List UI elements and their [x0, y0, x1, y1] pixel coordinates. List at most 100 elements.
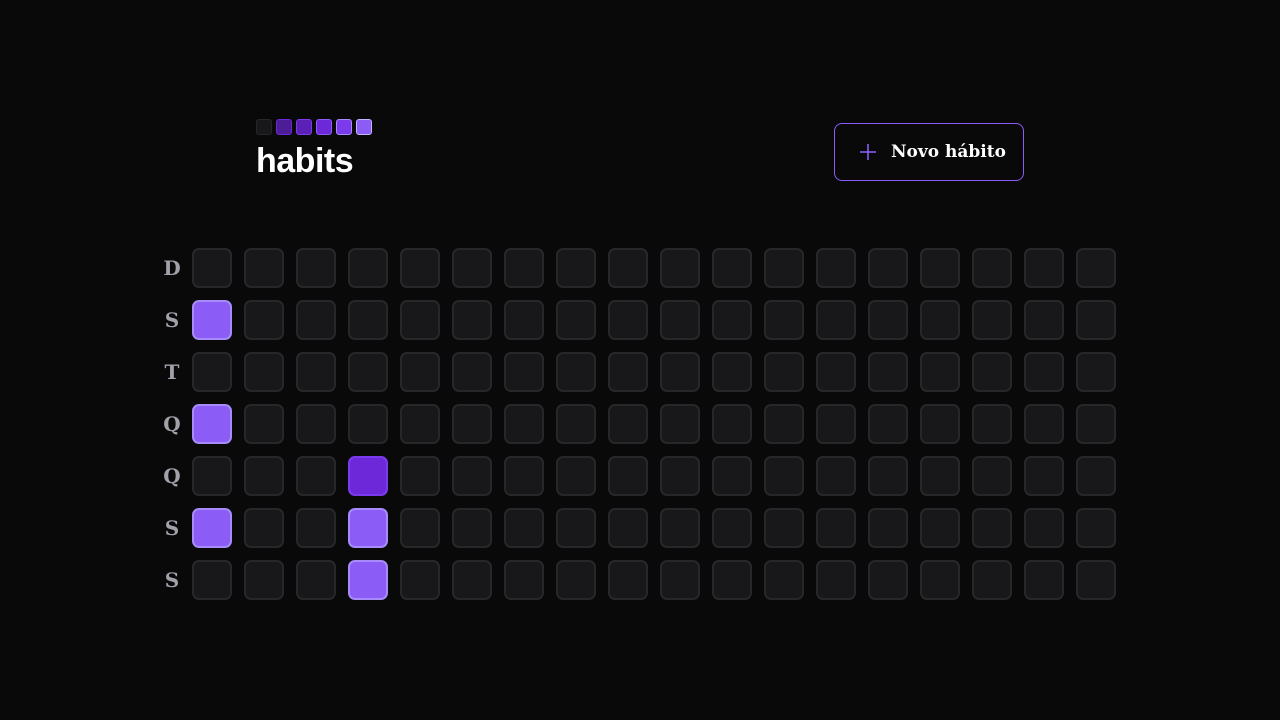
habit-day-cell[interactable] [972, 248, 1012, 288]
habit-day-cell[interactable] [192, 404, 232, 444]
habit-day-cell[interactable] [1076, 352, 1116, 392]
habit-day-cell[interactable] [660, 508, 700, 548]
habit-day-cell[interactable] [1024, 248, 1064, 288]
habit-day-cell[interactable] [868, 248, 908, 288]
habit-day-cell[interactable] [192, 248, 232, 288]
habit-day-cell[interactable] [504, 404, 544, 444]
habit-day-cell[interactable] [1024, 560, 1064, 600]
habit-day-cell[interactable] [764, 456, 804, 496]
habit-day-cell[interactable] [296, 248, 336, 288]
habit-day-cell[interactable] [816, 300, 856, 340]
habit-day-cell[interactable] [1024, 456, 1064, 496]
habit-day-cell[interactable] [868, 352, 908, 392]
habit-day-cell[interactable] [764, 508, 804, 548]
habit-day-cell[interactable] [920, 248, 960, 288]
habit-day-cell[interactable] [556, 456, 596, 496]
habit-day-cell[interactable] [920, 508, 960, 548]
habit-day-cell[interactable] [764, 404, 804, 444]
habit-day-cell[interactable] [660, 404, 700, 444]
habit-day-cell[interactable] [1024, 404, 1064, 444]
habit-day-cell[interactable] [400, 352, 440, 392]
habit-day-cell[interactable] [192, 300, 232, 340]
habit-day-cell[interactable] [608, 508, 648, 548]
habit-day-cell[interactable] [816, 248, 856, 288]
habit-day-cell[interactable] [816, 508, 856, 548]
habit-day-cell[interactable] [348, 404, 388, 444]
habit-day-cell[interactable] [972, 456, 1012, 496]
habit-day-cell[interactable] [712, 456, 752, 496]
habit-day-cell[interactable] [556, 508, 596, 548]
habit-day-cell[interactable] [348, 560, 388, 600]
habit-day-cell[interactable] [868, 404, 908, 444]
habit-day-cell[interactable] [504, 560, 544, 600]
habit-day-cell[interactable] [296, 352, 336, 392]
habit-day-cell[interactable] [972, 404, 1012, 444]
habit-day-cell[interactable] [712, 248, 752, 288]
habit-day-cell[interactable] [1076, 508, 1116, 548]
habit-day-cell[interactable] [192, 352, 232, 392]
habit-day-cell[interactable] [244, 560, 284, 600]
habit-day-cell[interactable] [816, 456, 856, 496]
new-habit-button[interactable]: Novo hábito [834, 123, 1024, 181]
habit-day-cell[interactable] [1076, 300, 1116, 340]
habit-day-cell[interactable] [296, 456, 336, 496]
habit-day-cell[interactable] [764, 300, 804, 340]
habit-day-cell[interactable] [244, 300, 284, 340]
habit-day-cell[interactable] [556, 560, 596, 600]
habit-day-cell[interactable] [764, 560, 804, 600]
habit-day-cell[interactable] [296, 404, 336, 444]
habit-day-cell[interactable] [712, 404, 752, 444]
habit-day-cell[interactable] [608, 352, 648, 392]
habit-day-cell[interactable] [556, 352, 596, 392]
habit-day-cell[interactable] [608, 456, 648, 496]
habit-day-cell[interactable] [972, 352, 1012, 392]
habit-day-cell[interactable] [400, 404, 440, 444]
habit-day-cell[interactable] [348, 508, 388, 548]
habit-day-cell[interactable] [400, 560, 440, 600]
habit-day-cell[interactable] [660, 560, 700, 600]
habit-day-cell[interactable] [816, 560, 856, 600]
habit-day-cell[interactable] [1024, 300, 1064, 340]
habit-day-cell[interactable] [1024, 352, 1064, 392]
habit-day-cell[interactable] [1076, 560, 1116, 600]
habit-day-cell[interactable] [296, 560, 336, 600]
habit-day-cell[interactable] [244, 404, 284, 444]
habit-day-cell[interactable] [920, 404, 960, 444]
habit-day-cell[interactable] [452, 300, 492, 340]
habit-day-cell[interactable] [660, 248, 700, 288]
habit-day-cell[interactable] [348, 248, 388, 288]
habit-day-cell[interactable] [452, 456, 492, 496]
habit-day-cell[interactable] [556, 300, 596, 340]
habit-day-cell[interactable] [712, 300, 752, 340]
habit-day-cell[interactable] [504, 508, 544, 548]
habit-day-cell[interactable] [712, 560, 752, 600]
habit-day-cell[interactable] [244, 508, 284, 548]
habit-day-cell[interactable] [972, 300, 1012, 340]
habit-day-cell[interactable] [920, 352, 960, 392]
habit-day-cell[interactable] [244, 456, 284, 496]
habit-day-cell[interactable] [348, 300, 388, 340]
habit-day-cell[interactable] [348, 352, 388, 392]
habit-day-cell[interactable] [244, 248, 284, 288]
habit-day-cell[interactable] [972, 508, 1012, 548]
habit-day-cell[interactable] [816, 352, 856, 392]
habit-day-cell[interactable] [764, 248, 804, 288]
habit-day-cell[interactable] [452, 404, 492, 444]
habit-day-cell[interactable] [608, 248, 648, 288]
habit-day-cell[interactable] [608, 300, 648, 340]
habit-day-cell[interactable] [504, 352, 544, 392]
habit-day-cell[interactable] [192, 560, 232, 600]
habit-day-cell[interactable] [452, 248, 492, 288]
habit-day-cell[interactable] [192, 508, 232, 548]
habit-day-cell[interactable] [608, 560, 648, 600]
habit-day-cell[interactable] [920, 560, 960, 600]
habit-day-cell[interactable] [452, 508, 492, 548]
habit-day-cell[interactable] [608, 404, 648, 444]
habit-day-cell[interactable] [868, 508, 908, 548]
habit-day-cell[interactable] [1024, 508, 1064, 548]
habit-day-cell[interactable] [868, 300, 908, 340]
habit-day-cell[interactable] [660, 300, 700, 340]
habit-day-cell[interactable] [868, 456, 908, 496]
habit-day-cell[interactable] [296, 508, 336, 548]
habit-day-cell[interactable] [452, 352, 492, 392]
